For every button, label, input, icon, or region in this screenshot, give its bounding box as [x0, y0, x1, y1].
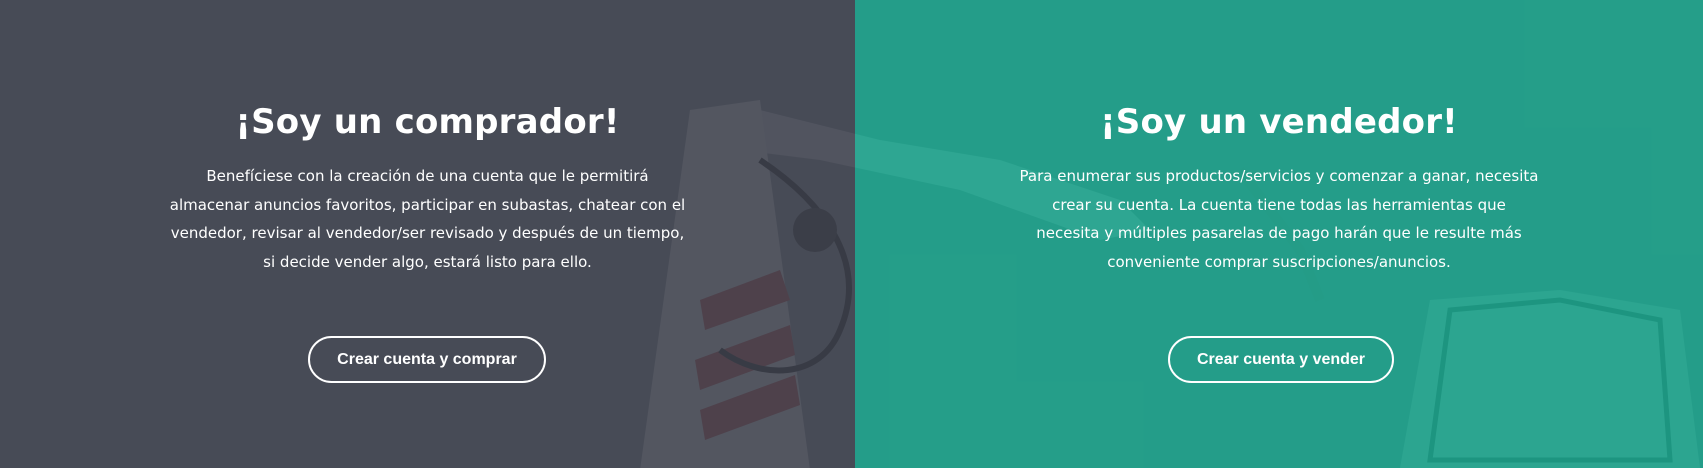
buyer-description: Benefíciese con la creación de una cuent…: [169, 167, 686, 271]
buyer-panel: ¡Soy un comprador! Benefíciese con la cr…: [0, 0, 855, 468]
create-account-buy-button[interactable]: Crear cuenta y comprar: [308, 336, 546, 383]
account-type-hero: ¡Soy un comprador! Benefíciese con la cr…: [0, 0, 1703, 468]
seller-title: ¡Soy un vendedor!: [1100, 102, 1458, 142]
create-account-sell-button[interactable]: Crear cuenta y vender: [1168, 336, 1394, 383]
seller-panel: ¡Soy un vendedor! Para enumerar sus prod…: [855, 0, 1703, 468]
buyer-title: ¡Soy un comprador!: [235, 102, 620, 142]
seller-description: Para enumerar sus productos/servicios y …: [1019, 167, 1539, 271]
